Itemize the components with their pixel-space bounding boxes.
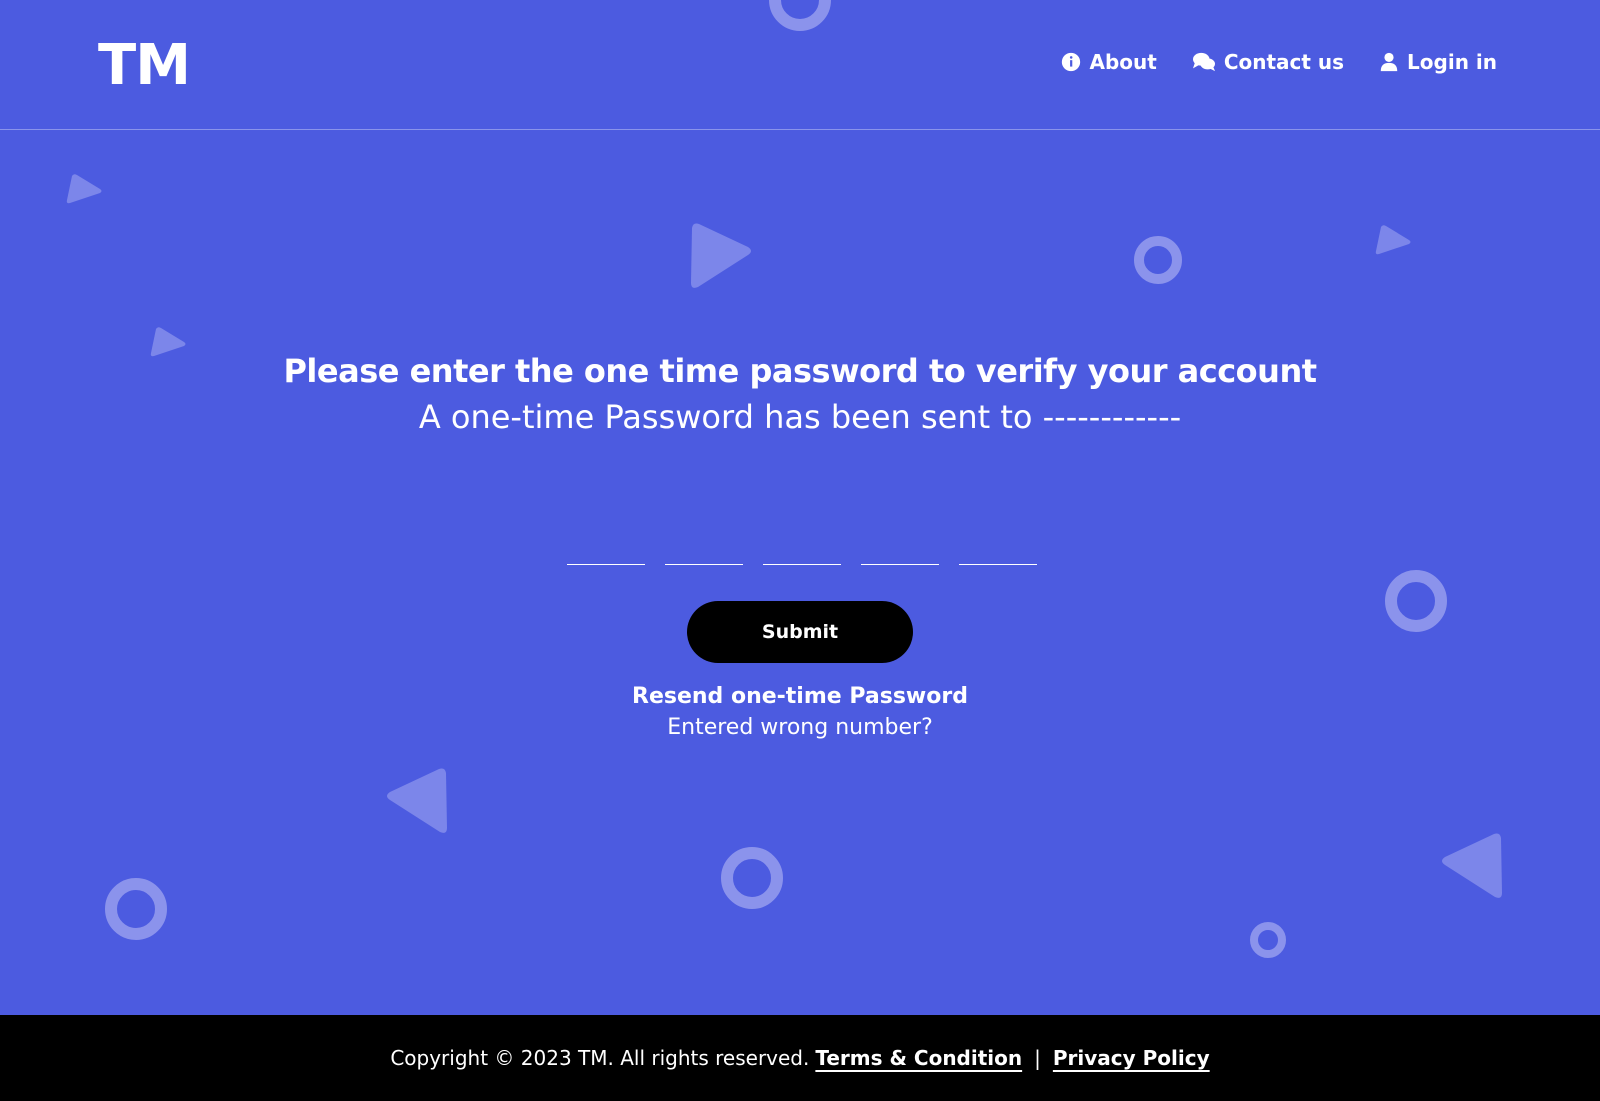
- otp-digit-2[interactable]: [665, 525, 743, 565]
- info-icon: [1062, 52, 1081, 72]
- nav-label-about: About: [1089, 50, 1157, 74]
- otp-digit-5[interactable]: [959, 525, 1037, 565]
- nav-label-contact: Contact us: [1223, 50, 1345, 74]
- nav-link-login[interactable]: Login in: [1378, 50, 1497, 74]
- copyright-text: Copyright © 2023 TM. All rights reserved…: [390, 1046, 810, 1070]
- otp-main: Please enter the one time password to ve…: [0, 130, 1600, 1015]
- nav-link-contact[interactable]: Contact us: [1191, 50, 1344, 74]
- otp-digit-3[interactable]: [763, 525, 841, 565]
- otp-digit-1[interactable]: [567, 525, 645, 565]
- submit-button[interactable]: Submit: [687, 601, 913, 663]
- page-title: Please enter the one time password to ve…: [283, 352, 1317, 390]
- page-subtitle: A one-time Password has been sent to ---…: [418, 398, 1182, 436]
- main-nav: About Contact us Login in: [1060, 50, 1497, 74]
- resend-otp-link[interactable]: Resend one-time Password: [0, 684, 1600, 709]
- privacy-link[interactable]: Privacy Policy: [1053, 1046, 1210, 1070]
- nav-link-about[interactable]: About: [1060, 50, 1157, 74]
- site-header: TM About Contact us Login in: [0, 0, 1600, 130]
- user-icon: [1380, 52, 1398, 72]
- logo[interactable]: TM: [98, 34, 191, 98]
- nav-label-login: Login in: [1407, 50, 1497, 74]
- footer-separator: |: [1034, 1046, 1041, 1070]
- site-footer: Copyright © 2023 TM. All rights reserved…: [0, 1015, 1600, 1101]
- wrong-number-link[interactable]: Entered wrong number?: [0, 715, 1600, 740]
- otp-digit-4[interactable]: [861, 525, 939, 565]
- chat-icon: [1192, 52, 1215, 72]
- otp-input-group: [567, 525, 1037, 565]
- terms-link[interactable]: Terms & Condition: [815, 1046, 1022, 1070]
